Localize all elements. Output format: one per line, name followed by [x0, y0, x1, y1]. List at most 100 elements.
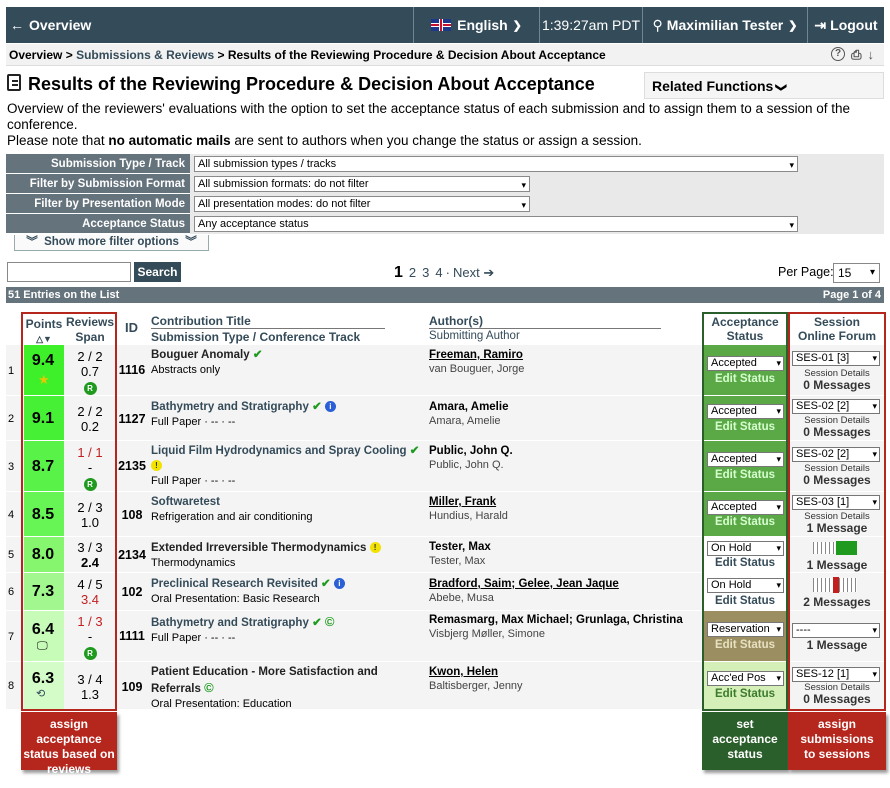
callout-sessions: assign submissions to sessions: [788, 712, 886, 770]
search-button[interactable]: Search: [134, 262, 181, 282]
contribution-title[interactable]: Patient Education - More Satisfaction an…: [151, 666, 378, 695]
contribution-title[interactable]: Bathymetry and Stratigraphy: [151, 401, 309, 413]
callout-status: set acceptance status: [702, 712, 788, 770]
copyright-icon: ©: [324, 614, 335, 629]
breadcrumb-overview[interactable]: Overview: [9, 48, 62, 62]
top-nav: ← Overview English ❯ 1:39:27am PDT ⚲ Maximi…: [6, 7, 884, 43]
author-link[interactable]: Kwon, Helen: [429, 666, 498, 678]
entries-count: 51 Entries on the List: [8, 289, 120, 301]
arrow-right-icon: ➔: [483, 265, 495, 280]
breadcrumb: Overview > Submissions & Reviews > Resul…: [6, 44, 884, 66]
show-more-filters-button[interactable]: ︾ Show more filter options ︾: [14, 235, 209, 251]
page-3[interactable]: 3: [422, 265, 429, 280]
download-icon[interactable]: ↓: [868, 47, 875, 63]
submission-id: 102: [121, 585, 143, 599]
submission-id: 108: [121, 508, 143, 522]
filter-mode-select[interactable]: All presentation modes: do not filter ▾: [194, 196, 530, 212]
print-icon[interactable]: ⎙: [851, 47, 861, 63]
per-page-label: Per Page:: [778, 265, 834, 279]
chevron-down-icon: ▾: [789, 220, 794, 230]
author-link[interactable]: Freeman, Ramiro: [429, 349, 523, 361]
reviews-highlight-box: [21, 312, 117, 711]
type-header[interactable]: Submission Type / Conference Track: [151, 330, 360, 344]
chevron-down-icon: ▾: [521, 200, 526, 210]
filter-row-format: Filter by Submission Format All submissi…: [6, 174, 884, 194]
contribution-title[interactable]: Extended Irreversible Thermodynamics: [151, 542, 366, 554]
filter-row-track: Submission Type / Track All submission t…: [6, 154, 884, 174]
author-link[interactable]: Miller, Frank: [429, 496, 496, 508]
author-link[interactable]: Tester, Max: [429, 541, 491, 553]
page-2[interactable]: 2: [409, 265, 416, 280]
user-menu[interactable]: ⚲ Maximilian Tester ❯: [643, 7, 807, 43]
help-icon[interactable]: ?: [831, 47, 846, 61]
contribution-title[interactable]: Softwaretest: [151, 496, 220, 508]
sessions-highlight-box: [788, 312, 886, 711]
title-header[interactable]: Contribution Title: [151, 314, 385, 329]
id-header[interactable]: ID: [125, 320, 138, 335]
author-link[interactable]: Public, John Q.: [429, 445, 513, 457]
warning-icon: !: [369, 542, 381, 553]
submitting-author-header: Submitting Author: [429, 330, 520, 342]
checkmark-icon: ✔: [252, 349, 263, 361]
clock: 1:39:27am PDT: [541, 17, 641, 33]
filter-format-select[interactable]: All submission formats: do not filter ▾: [194, 176, 530, 192]
overview-button[interactable]: ← Overview: [6, 7, 91, 43]
pagination: 1 2 3 4 · Next ➔: [394, 264, 495, 282]
contribution-title[interactable]: Liquid Film Hydrodynamics and Spray Cool…: [151, 445, 407, 457]
page-description: Overview of the reviewers' evaluations w…: [7, 101, 851, 148]
filter-row-status: Acceptance Status Any acceptance status ▾: [6, 214, 884, 234]
chevron-down-icon: ▾: [789, 160, 794, 170]
chevron-down-icon: ❯: [788, 19, 798, 32]
clipboard-icon: [7, 74, 21, 91]
user-icon: ⚲: [652, 16, 663, 33]
checkmark-icon: ✔: [312, 401, 322, 413]
submission-id: 1111: [119, 629, 145, 643]
page: ← Overview English ❯ 1:39:27am PDT ⚲ Maximi…: [0, 0, 890, 788]
search-input[interactable]: [7, 262, 131, 282]
filter-status-select[interactable]: Any acceptance status ▾: [194, 216, 798, 232]
chevron-down-icon: ▾: [521, 180, 526, 190]
arrow-left-icon: ←: [10, 17, 24, 33]
filter-row-mode: Filter by Presentation Mode All presenta…: [6, 194, 884, 214]
copyright-icon: ©: [204, 680, 214, 695]
related-functions-menu[interactable]: Related Functions ❯: [644, 72, 884, 99]
checkmark-icon: ✔: [321, 578, 331, 590]
page-1[interactable]: 1: [394, 264, 403, 282]
info-icon: i: [333, 578, 345, 589]
page-4[interactable]: 4: [435, 265, 442, 280]
contribution-title[interactable]: Preclinical Research Revisited: [151, 578, 318, 590]
chevron-down-icon: ▾: [869, 267, 875, 278]
author-link[interactable]: Amara, Amelie: [429, 401, 508, 413]
page-title: Results of the Reviewing Procedure & Dec…: [28, 74, 595, 94]
submission-id: 2135: [118, 459, 146, 473]
contribution-title[interactable]: Bathymetry and Stratigraphy: [151, 617, 309, 629]
warning-icon: !: [151, 460, 162, 471]
per-page-select[interactable]: 15 ▾: [833, 263, 880, 283]
chevron-down-icon: ❯: [775, 82, 788, 93]
authors-header[interactable]: Author(s): [429, 314, 661, 329]
author-link[interactable]: Remasmarg, Max Michael; Grunlaga, Christ…: [429, 614, 683, 626]
breadcrumb-submissions[interactable]: Submissions & Reviews: [76, 48, 214, 62]
submission-id: 2134: [118, 548, 146, 562]
author-link[interactable]: Bradford, Saim; Gelee, Jean Jaque: [429, 578, 619, 590]
submission-id: 1116: [118, 363, 146, 377]
logout-icon: ⇥: [814, 16, 827, 33]
entries-bar: 51 Entries on the List Page 1 of 4: [6, 287, 884, 303]
chevron-down-icon: ❯: [512, 19, 522, 32]
double-chevron-icon: ︾: [26, 236, 38, 248]
checkmark-icon: ✔: [312, 617, 322, 629]
filter-track-select[interactable]: All submission types / tracks ▾: [194, 156, 798, 172]
info-icon: i: [324, 401, 336, 412]
callout-reviews: assign acceptance status based on review…: [21, 712, 117, 776]
page-indicator: Page 1 of 4: [822, 289, 881, 301]
contribution-title[interactable]: Bouguer Anomaly: [151, 349, 250, 361]
language-menu[interactable]: English ❯: [414, 7, 539, 43]
double-chevron-icon: ︾: [185, 236, 197, 248]
logout-button[interactable]: ⇥ Logout: [808, 7, 884, 43]
checkmark-icon: ✔: [409, 445, 420, 457]
breadcrumb-current: Results of the Reviewing Procedure & Dec…: [227, 47, 606, 62]
submission-id: 109: [121, 680, 143, 694]
submission-id: 1127: [118, 412, 146, 426]
acceptance-highlight-box: [702, 312, 788, 711]
next-page-link[interactable]: Next ➔: [453, 265, 494, 281]
